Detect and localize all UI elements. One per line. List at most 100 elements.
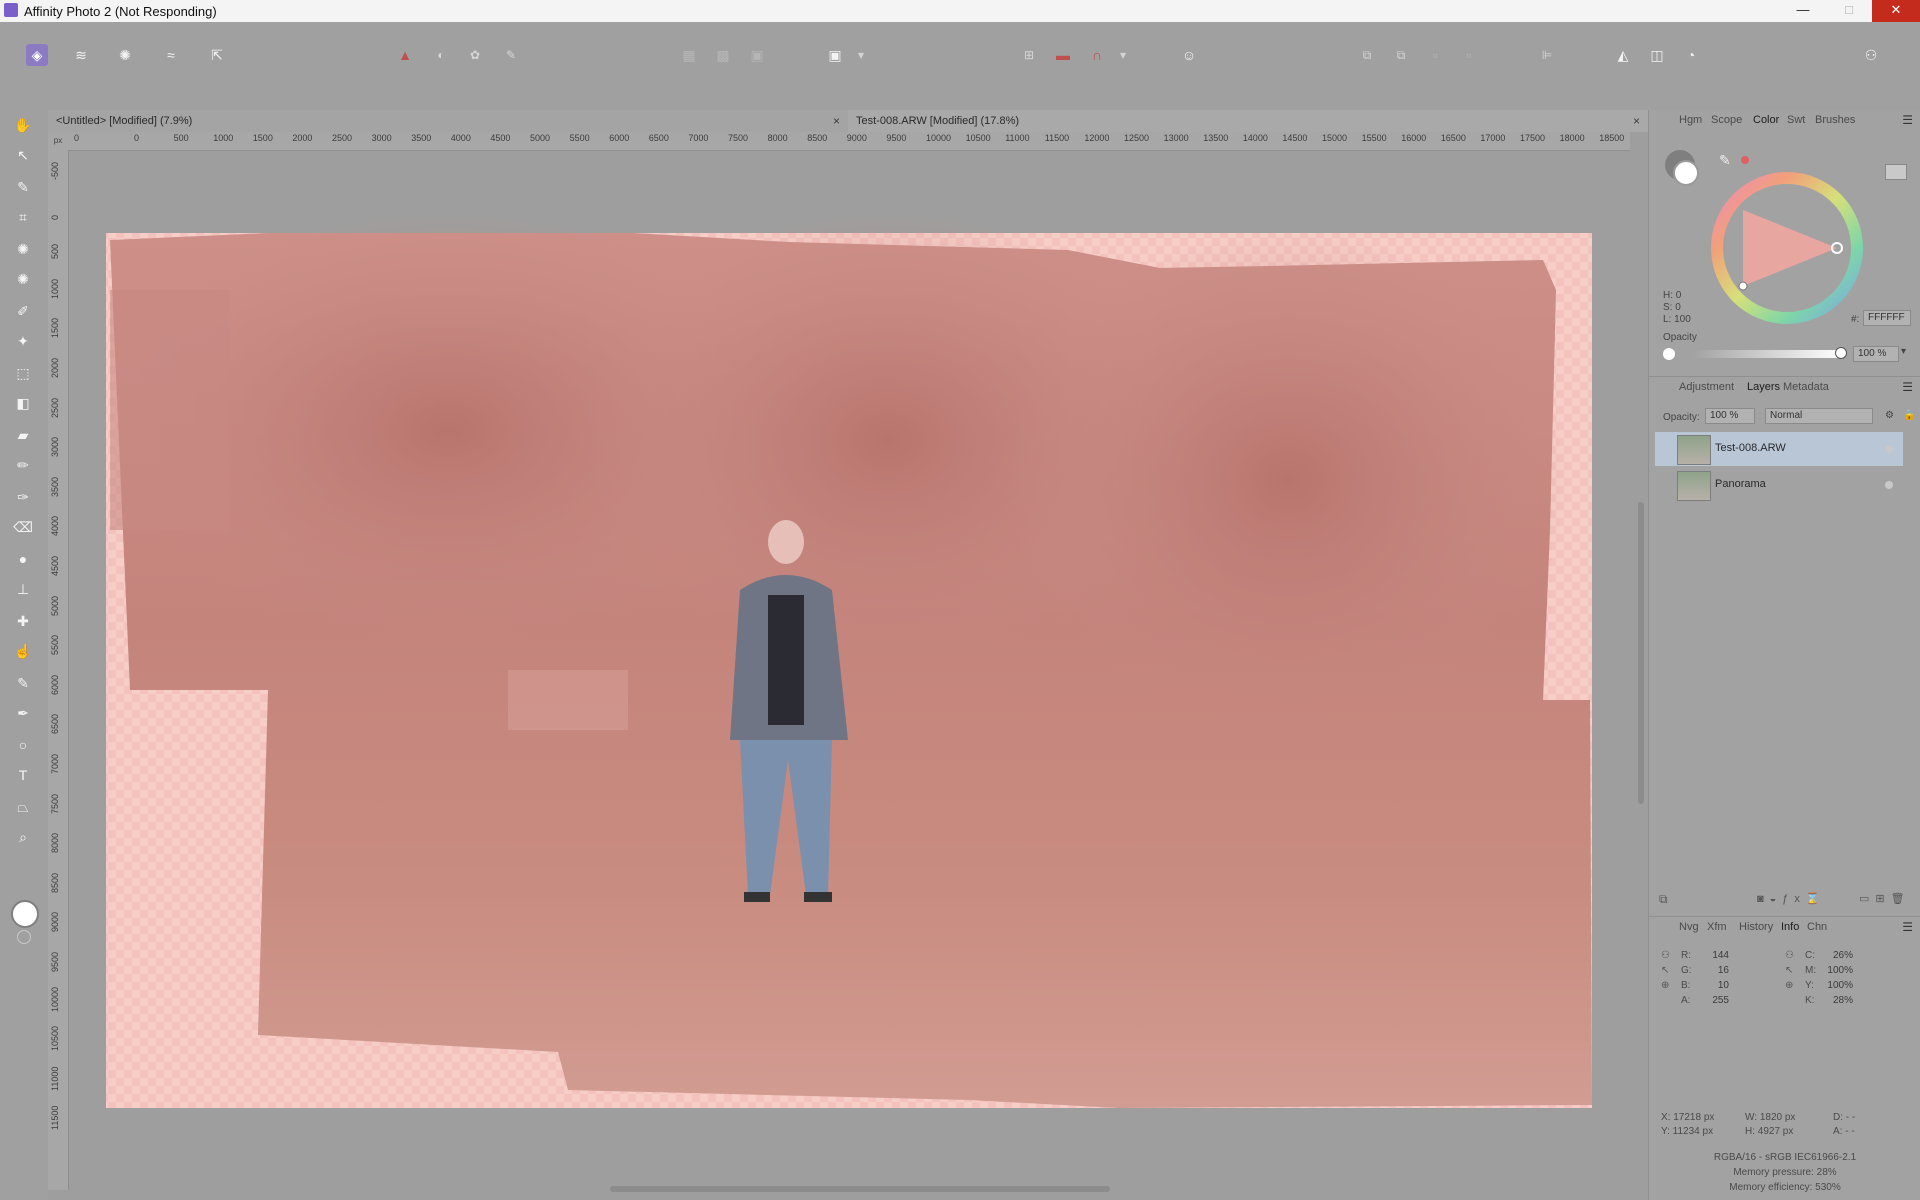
opacity-value-field[interactable]: 100 % bbox=[1853, 346, 1899, 362]
recent-color-icon[interactable] bbox=[1741, 156, 1749, 164]
crop-tool-icon[interactable]: ⌗ bbox=[12, 206, 34, 228]
tab-histogram[interactable]: Hgm bbox=[1679, 114, 1702, 126]
tab-layers[interactable]: Layers bbox=[1747, 381, 1780, 393]
info-target-icons-right[interactable]: ⚇ ↖ ⊕ bbox=[1785, 948, 1794, 993]
snapping-dropdown-icon[interactable]: ▾ bbox=[1112, 44, 1134, 66]
account-icon[interactable]: ⚇ bbox=[1860, 44, 1882, 66]
align-left-icon[interactable]: ⊫ bbox=[1536, 44, 1558, 66]
fill-tool-icon[interactable]: ◧ bbox=[12, 392, 34, 414]
perspective-tool-icon[interactable]: ⏢ bbox=[12, 796, 34, 818]
panel-menu-icon[interactable]: ☰ bbox=[1902, 113, 1913, 127]
move-tool-icon[interactable]: ↖ bbox=[12, 144, 34, 166]
align-icon[interactable]: ⊞ bbox=[1018, 44, 1040, 66]
marquee-tool-icon[interactable]: ⬚ bbox=[12, 362, 34, 384]
clone-tool-icon[interactable]: ⊥ bbox=[12, 578, 34, 600]
close-tab-icon[interactable]: × bbox=[1633, 110, 1640, 132]
secondary-color-well[interactable] bbox=[17, 930, 31, 944]
deselect-icon[interactable]: ▩ bbox=[712, 44, 734, 66]
maximize-button[interactable]: □ bbox=[1826, 0, 1872, 22]
layer-row[interactable]: Test-008.ARW bbox=[1655, 432, 1903, 466]
tone-mapping-persona-icon[interactable]: ≈ bbox=[160, 44, 182, 66]
eyedropper-icon[interactable]: ✎ bbox=[1719, 152, 1731, 169]
opacity-dropdown-icon[interactable]: ▾ bbox=[1901, 346, 1906, 357]
visibility-toggle-icon[interactable] bbox=[1885, 481, 1893, 489]
flood-select-tool-icon[interactable]: ✺ bbox=[12, 268, 34, 290]
primary-color-well[interactable] bbox=[11, 900, 39, 928]
ellipse-tool-icon[interactable]: ○ bbox=[12, 734, 34, 756]
layer-row[interactable]: Panorama bbox=[1655, 468, 1903, 502]
arrange-forward-icon[interactable]: ▫ bbox=[1424, 44, 1446, 66]
auto-contrast-icon[interactable]: ◐ bbox=[430, 44, 452, 66]
auto-colors-icon[interactable]: ✿ bbox=[464, 44, 486, 66]
canvas[interactable] bbox=[68, 150, 1630, 1185]
tab-swatches[interactable]: Swt bbox=[1787, 114, 1805, 126]
tab-color[interactable]: Color bbox=[1753, 114, 1779, 126]
panel-menu-icon[interactable]: ☰ bbox=[1902, 380, 1913, 394]
tab-brushes[interactable]: Brushes bbox=[1815, 114, 1855, 126]
export-persona-icon[interactable]: ⇱ bbox=[206, 44, 228, 66]
auto-levels-icon[interactable]: ▲ bbox=[394, 44, 416, 66]
magnet-icon[interactable]: ∩ bbox=[1086, 44, 1108, 66]
insert-top-icon[interactable]: ◔ bbox=[1680, 44, 1702, 66]
photo-persona-icon[interactable]: ◈ bbox=[26, 44, 48, 66]
snapping-icon[interactable]: ▬ bbox=[1052, 44, 1074, 66]
view-tool-icon[interactable]: ✋ bbox=[12, 114, 34, 136]
vertical-scrollbar[interactable] bbox=[1638, 502, 1644, 804]
opacity-slider-handle[interactable] bbox=[1835, 347, 1847, 359]
layer-actions-icons[interactable]: ◙◒ƒx⌛ bbox=[1757, 892, 1826, 905]
color-replacement-tool-icon[interactable]: ✑ bbox=[12, 486, 34, 508]
gradient-tool-icon[interactable]: ▰ bbox=[12, 424, 34, 446]
color-wheel[interactable] bbox=[1709, 170, 1865, 326]
quick-mask-icon[interactable]: ▣ bbox=[824, 44, 846, 66]
layer-manage-icons[interactable]: ▭⊞🗑 bbox=[1859, 892, 1911, 905]
close-window-button[interactable]: ✕ bbox=[1872, 0, 1920, 22]
quick-mask-dropdown-icon[interactable]: ▾ bbox=[850, 44, 872, 66]
minimize-button[interactable]: — bbox=[1780, 0, 1826, 22]
info-target-icons-left[interactable]: ⚇ ↖ ⊕ bbox=[1661, 948, 1670, 993]
tab-metadata[interactable]: Metadata bbox=[1783, 381, 1829, 393]
dodge-tool-icon[interactable]: ● bbox=[12, 548, 34, 570]
assistant-icon[interactable]: ☺ bbox=[1178, 44, 1200, 66]
mesh-warp-tool-icon[interactable]: ✎ bbox=[12, 672, 34, 694]
tab-scope[interactable]: Scope bbox=[1711, 114, 1742, 126]
visibility-toggle-icon[interactable] bbox=[1885, 445, 1893, 453]
erase-brush-tool-icon[interactable]: ⌫ bbox=[12, 516, 34, 538]
healing-tool-icon[interactable]: ✚ bbox=[12, 610, 34, 632]
layer-opacity-field[interactable]: 100 % bbox=[1705, 408, 1755, 424]
horizontal-scrollbar[interactable] bbox=[610, 1186, 1110, 1192]
liquify-persona-icon[interactable]: ≋ bbox=[70, 44, 92, 66]
tab-untitled[interactable]: <Untitled> [Modified] (7.9%) × bbox=[48, 110, 848, 132]
color-model-toggle-icon[interactable] bbox=[1885, 164, 1907, 180]
tab-navigator[interactable]: Nvg bbox=[1679, 921, 1699, 933]
refine-tool-icon[interactable]: ✐ bbox=[12, 300, 34, 322]
develop-persona-icon[interactable]: ✺ bbox=[114, 44, 136, 66]
tab-transform[interactable]: Xfm bbox=[1707, 921, 1727, 933]
panel-menu-icon[interactable]: ☰ bbox=[1902, 920, 1913, 934]
tab-adjustment[interactable]: Adjustment bbox=[1679, 381, 1734, 393]
layer-settings-icon[interactable]: ⚙ bbox=[1885, 410, 1894, 421]
magic-wand-tool-icon[interactable]: ✦ bbox=[12, 330, 34, 352]
arrange-backward-icon[interactable]: ▫ bbox=[1458, 44, 1480, 66]
tab-info[interactable]: Info bbox=[1781, 921, 1799, 933]
tab-history[interactable]: History bbox=[1739, 921, 1773, 933]
selection-brush-tool-icon[interactable]: ✺ bbox=[12, 238, 34, 260]
auto-white-balance-icon[interactable]: ✎ bbox=[500, 44, 522, 66]
hex-field[interactable]: FFFFFF bbox=[1863, 310, 1911, 326]
layers-bottom-left-icon[interactable]: ⧉ bbox=[1659, 892, 1668, 907]
lock-icon[interactable]: 🔒 bbox=[1903, 410, 1915, 421]
close-tab-icon[interactable]: × bbox=[833, 110, 840, 132]
text-tool-icon[interactable]: T bbox=[12, 764, 34, 786]
stroke-color-well[interactable] bbox=[1673, 160, 1699, 186]
opacity-slider[interactable] bbox=[1693, 350, 1841, 358]
pen-tool-icon[interactable]: ✒ bbox=[12, 702, 34, 724]
paint-brush-tool-icon[interactable]: ✏ bbox=[12, 454, 34, 476]
invert-selection-icon[interactable]: ▣ bbox=[746, 44, 768, 66]
select-all-icon[interactable]: ▦ bbox=[678, 44, 700, 66]
insert-inside-icon[interactable]: ◭ bbox=[1612, 44, 1634, 66]
zoom-tool-icon[interactable]: ⌕ bbox=[12, 826, 34, 848]
smudge-tool-icon[interactable]: ☝ bbox=[12, 640, 34, 662]
color-picker-tool-icon[interactable]: ✎ bbox=[12, 176, 34, 198]
tab-channels[interactable]: Chn bbox=[1807, 921, 1827, 933]
blend-mode-select[interactable]: Normal bbox=[1765, 408, 1873, 424]
arrange-back-icon[interactable]: ⧉ bbox=[1356, 44, 1378, 66]
